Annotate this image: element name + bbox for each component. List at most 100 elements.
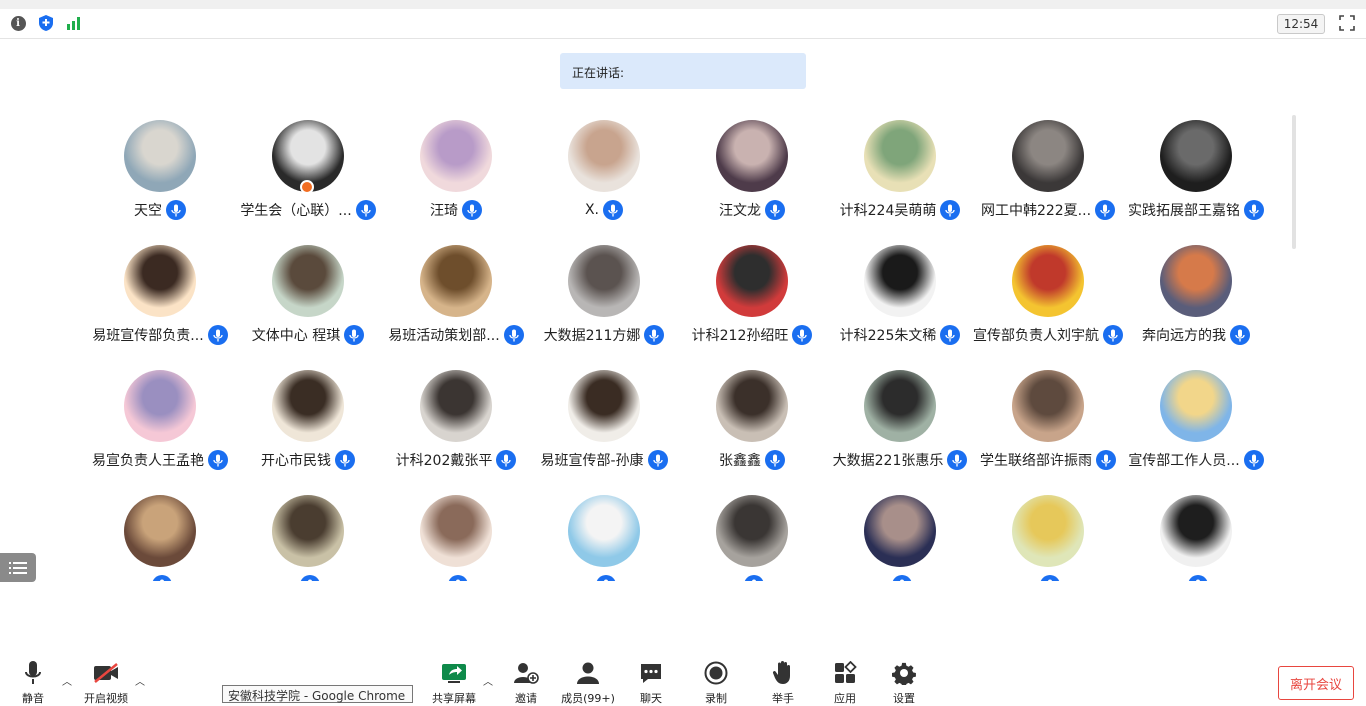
participant-tile[interactable]	[678, 493, 826, 581]
participant-tile[interactable]: 开心市民钱	[234, 368, 382, 493]
avatar	[864, 495, 936, 567]
microphone-icon	[166, 200, 186, 220]
avatar	[124, 120, 196, 192]
video-options-chevron-icon[interactable]: ︿	[134, 673, 146, 688]
participant-tile[interactable]: 学生联络部许振雨	[974, 368, 1122, 493]
chat-icon	[641, 664, 661, 683]
microphone-icon	[462, 200, 482, 220]
participant-tile[interactable]: 易宣负责人王孟艳	[86, 368, 234, 493]
participant-tile[interactable]: 文体中心 程琪	[234, 243, 382, 368]
meeting-toolbar: 静音 ︿ 开启视频 ︿ 共享屏幕 ︿ 邀请 成员(99+) 聊天 录制 举手 应…	[0, 655, 1366, 706]
connection-signal-icon[interactable]	[65, 14, 83, 32]
participant-tile[interactable]: 计科225朱文稀	[826, 243, 974, 368]
avatar	[1012, 495, 1084, 567]
participants-button[interactable]: 成员(99+)	[558, 660, 618, 706]
participant-name: 宣传部负责人刘宇航	[973, 328, 1099, 344]
participant-tile[interactable]: X.	[530, 118, 678, 243]
invite-button[interactable]: 邀请	[496, 660, 556, 706]
share-screen-icon	[442, 664, 466, 683]
participant-name: 计科225朱文稀	[839, 328, 937, 344]
participant-tile[interactable]: 易班活动策划部...	[382, 243, 530, 368]
avatar	[864, 370, 936, 442]
participant-name: 天空	[134, 203, 162, 219]
avatar	[124, 245, 196, 317]
participant-tile[interactable]: 计科224吴萌萌	[826, 118, 974, 243]
participant-tile[interactable]: 易班宣传部-孙康	[530, 368, 678, 493]
microphone-icon	[892, 575, 912, 581]
avatar	[1160, 245, 1232, 317]
list-view-toggle[interactable]	[0, 553, 36, 582]
gallery-scrollbar[interactable]	[1292, 115, 1296, 249]
participant-name: 易班宣传部-孙康	[540, 453, 644, 469]
avatar	[1012, 370, 1084, 442]
participant-tile[interactable]	[86, 493, 234, 581]
gear-icon	[892, 662, 916, 685]
meeting-info-icon[interactable]: i	[9, 14, 27, 32]
microphone-icon	[152, 575, 172, 581]
participant-tile[interactable]: 大数据221张惠乐	[826, 368, 974, 493]
microphone-icon	[596, 575, 616, 581]
apps-button[interactable]: 应用	[815, 660, 875, 706]
participant-name: 开心市民钱	[261, 453, 331, 469]
participant-tile[interactable]: 计科202戴张平	[382, 368, 530, 493]
participant-tile[interactable]: 汪文龙	[678, 118, 826, 243]
microphone-icon	[496, 450, 517, 470]
participant-tile[interactable]: 张鑫鑫	[678, 368, 826, 493]
participant-name: 文体中心 程琪	[251, 328, 341, 344]
participant-tile[interactable]: 大数据211方娜	[530, 243, 678, 368]
add-user-icon	[514, 663, 539, 684]
participant-tile[interactable]: 网工中韩222夏...	[974, 118, 1122, 243]
avatar	[568, 370, 640, 442]
participant-tile[interactable]: 学生会（心联）...	[234, 118, 382, 243]
participant-tile[interactable]: 计科212孙绍旺	[678, 243, 826, 368]
participant-tile[interactable]	[1122, 493, 1270, 581]
participant-tile[interactable]: 宣传部工作人员...	[1122, 368, 1270, 493]
participant-name: 学生会（心联）...	[240, 203, 352, 219]
top-status-bar: i 12:54	[0, 0, 1366, 39]
participant-tile[interactable]	[382, 493, 530, 581]
share-screen-button[interactable]: 共享屏幕	[424, 660, 484, 706]
mute-button[interactable]: 静音	[3, 660, 63, 706]
fullscreen-icon[interactable]	[1339, 15, 1355, 31]
settings-button[interactable]: 设置	[874, 660, 934, 706]
avatar	[420, 495, 492, 567]
participant-name-row	[1108, 575, 1284, 581]
participant-tile[interactable]	[826, 493, 974, 581]
avatar	[272, 495, 344, 567]
participant-tile[interactable]: 易班宣传部负责...	[86, 243, 234, 368]
microphone-icon	[300, 575, 320, 581]
avatar	[124, 370, 196, 442]
avatar	[420, 370, 492, 442]
microphone-icon	[744, 575, 764, 581]
participant-name: 张鑫鑫	[719, 453, 761, 469]
avatar	[272, 245, 344, 317]
participant-tile[interactable]: 汪琦	[382, 118, 530, 243]
avatar	[420, 245, 492, 317]
microphone-icon	[25, 661, 41, 684]
chat-button[interactable]: 聊天	[621, 660, 681, 706]
security-shield-icon[interactable]	[37, 14, 55, 32]
participant-name-row: 奔向远方的我	[1108, 325, 1284, 345]
avatar	[124, 495, 196, 567]
participant-tile[interactable]	[234, 493, 382, 581]
share-options-chevron-icon[interactable]: ︿	[482, 673, 494, 688]
avatar	[1012, 120, 1084, 192]
window-tooltip: 安徽科技学院 - Google Chrome	[222, 685, 413, 703]
raise-hand-button[interactable]: 举手	[753, 660, 813, 706]
leave-meeting-button[interactable]: 离开会议	[1278, 666, 1354, 700]
avatar	[1160, 495, 1232, 567]
avatar	[420, 120, 492, 192]
start-video-button[interactable]: 开启视频	[76, 660, 136, 706]
microphone-icon	[603, 200, 624, 220]
participant-tile[interactable]: 实践拓展部王嘉铭	[1122, 118, 1270, 243]
record-button[interactable]: 录制	[686, 660, 746, 706]
participant-tile[interactable]	[974, 493, 1122, 581]
participant-name: 易宣负责人王孟艳	[92, 453, 204, 469]
participant-tile[interactable]: 奔向远方的我	[1122, 243, 1270, 368]
microphone-icon	[765, 200, 785, 220]
participant-tile[interactable]	[530, 493, 678, 581]
participant-tile[interactable]: 天空	[86, 118, 234, 243]
avatar	[864, 245, 936, 317]
participant-tile[interactable]: 宣传部负责人刘宇航	[973, 243, 1123, 368]
audio-options-chevron-icon[interactable]: ︿	[61, 673, 73, 688]
